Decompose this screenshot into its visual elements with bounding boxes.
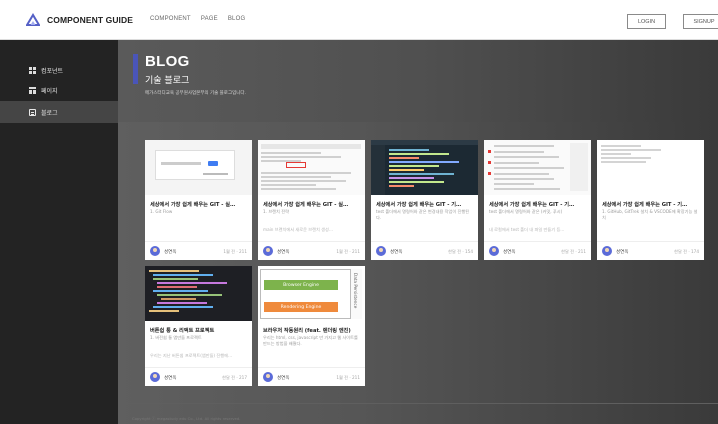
- card-summary: 1. 버전쉽 퉁 앱만들 프로젝트: [150, 335, 202, 340]
- card-meta: 한달 전 · 211: [561, 249, 586, 254]
- signup-button[interactable]: SIGNUP: [683, 14, 718, 29]
- top-navigation-bar: COMPONENT GUIDE COMPONENT PAGE BLOG LOGI…: [0, 0, 718, 40]
- data-persistence-label: Data Persistence: [353, 273, 358, 309]
- card-meta: 1월 전 · 211: [223, 249, 247, 254]
- avatar: [263, 372, 273, 382]
- avatar: [263, 246, 273, 256]
- title-accent: [133, 54, 138, 84]
- card-title: 세상에서 가장 쉽게 배우는 GIT - 기…: [602, 202, 688, 208]
- sidebar-item-blog[interactable]: 블로그: [0, 101, 118, 123]
- logo-icon: [26, 13, 40, 26]
- page-subtitle: 기술 블로그: [145, 76, 190, 86]
- card-excerpt: 우리는 지난 버튼쉽 프로젝트(앱만들) 진행에…: [150, 353, 233, 358]
- page-header: BLOG 기술 블로그 메가스터디교육 공무원사업본부의 기술 블로그입니다.: [118, 40, 718, 122]
- card-title: 세상에서 가장 쉽게 배우는 GIT - 실…: [150, 202, 236, 208]
- card-summary: 1. 브랜치 전략: [263, 209, 289, 214]
- card-meta: 1월 전 · 211: [336, 249, 360, 254]
- data-persistence-box: Data Persistence: [350, 269, 362, 319]
- card-summary: 1. GitHub, GitTrek 설치 & VSCODE에 확장기능 설치: [602, 209, 698, 220]
- card-author: 성연옥: [503, 250, 516, 255]
- card-excerpt: 내 로컬에서 test 폴더 내 파일 만들기 등…: [489, 227, 565, 232]
- avatar: [150, 372, 160, 382]
- blog-card[interactable]: 세상에서 가장 쉽게 배우는 GIT - 실… 1. Git Flow 성연옥 …: [145, 140, 252, 260]
- page-description: 메가스터디교육 공무원사업본부의 기술 블로그입니다.: [145, 91, 246, 96]
- card-thumbnail: Browser Engine Rendering Engine Data Per…: [258, 266, 365, 321]
- blog-card[interactable]: 버튼쉽 퉁 & 리액트 프로젝트 1. 버전쉽 퉁 앱만들 프로젝트 우리는 지…: [145, 266, 252, 386]
- card-title: 버튼쉽 퉁 & 리액트 프로젝트: [150, 328, 215, 334]
- avatar: [489, 246, 499, 256]
- card-summary: test 폴더에서 명령어와 같은 (커밋, 푸시): [489, 209, 563, 214]
- blog-card[interactable]: Browser Engine Rendering Engine Data Per…: [258, 266, 365, 386]
- nav-blog[interactable]: BLOG: [228, 16, 245, 22]
- blog-card[interactable]: 세상에서 가장 쉽게 배우는 GIT - 기… 1. GitHub, GitTr…: [597, 140, 704, 260]
- card-summary: 우리는 html, css, javascript 만 가지고 웹 사이트를 만…: [263, 335, 358, 346]
- card-author: 성연옥: [390, 250, 403, 255]
- card-thumbnail: [371, 140, 478, 195]
- card-footer: 성연옥 한달 전 · 211: [484, 241, 591, 260]
- sidebar-item-label: 페이지: [41, 87, 58, 95]
- nav-page[interactable]: PAGE: [201, 16, 218, 22]
- sidebar-item-pages[interactable]: 페이지: [0, 79, 118, 101]
- card-meta: 한달 전 · 217: [222, 375, 247, 380]
- card-summary: 1. Git Flow: [150, 209, 173, 214]
- document-icon: [29, 108, 36, 116]
- sidebar-item-components[interactable]: 컴포넌트: [0, 59, 118, 81]
- card-title: 세상에서 가장 쉽게 배우는 GIT - 실…: [263, 202, 349, 208]
- blog-card[interactable]: 세상에서 가장 쉽게 배우는 GIT - 기… test 폴더에서 명령어와 같…: [484, 140, 591, 260]
- avatar: [150, 246, 160, 256]
- sidebar-item-label: 블로그: [41, 109, 58, 117]
- card-title: 세상에서 가장 쉽게 배우는 GIT - 기…: [489, 202, 575, 208]
- card-author: 성연옥: [277, 376, 290, 381]
- card-meta: 한달 전 · 154: [448, 249, 473, 254]
- card-excerpt: main 브랜치에서 새로운 브랜치 생성…: [263, 227, 334, 232]
- card-footer: 성연옥 1월 전 · 211: [258, 367, 365, 386]
- main-nav: COMPONENT PAGE BLOG: [150, 16, 245, 22]
- blog-card[interactable]: 세상에서 가장 쉽게 배우는 GIT - 실… 1. 브랜치 전략 main 브…: [258, 140, 365, 260]
- card-author: 성연옥: [164, 376, 177, 381]
- logo[interactable]: COMPONENT GUIDE: [26, 13, 133, 27]
- logo-text: COMPONENT GUIDE: [47, 15, 134, 25]
- table-icon: [29, 86, 36, 94]
- card-summary: test 폴더에서 명령어와 같은 변경내용 작업이 진행된다.: [376, 209, 470, 220]
- card-thumbnail: [145, 140, 252, 195]
- sidebar-item-label: 컴포넌트: [41, 67, 64, 75]
- card-title: 브라우저 작동원리 (feat. 렌더링 엔진): [263, 328, 351, 334]
- card-author: 성연옥: [164, 250, 177, 255]
- card-footer: 성연옥 한달 전 · 154: [371, 241, 478, 260]
- login-button[interactable]: LOGIN: [627, 14, 666, 29]
- avatar: [376, 246, 386, 256]
- card-thumbnail: [484, 140, 591, 195]
- card-footer: 성연옥 1월 전 · 211: [145, 241, 252, 260]
- footer-copyright: Copyright ⓒ megastudy edu Co., Ltd. All …: [132, 416, 241, 421]
- grid-icon: [29, 66, 36, 74]
- card-footer: 성연옥 한달 전 · 217: [145, 367, 252, 386]
- card-footer: 성연옥 한달 전 · 174: [597, 241, 704, 260]
- card-thumbnail: [258, 140, 365, 195]
- blog-card[interactable]: 세상에서 가장 쉽게 배우는 GIT - 기… test 폴더에서 명령어와 같…: [371, 140, 478, 260]
- card-meta: 1월 전 · 211: [336, 375, 360, 380]
- sidebar: 컴포넌트 페이지 블로그: [0, 40, 118, 424]
- card-thumbnail: [597, 140, 704, 195]
- card-thumbnail: [145, 266, 252, 321]
- page-title: BLOG: [145, 53, 190, 70]
- browser-engine-box: Browser Engine: [264, 280, 338, 290]
- card-author: 성연옥: [277, 250, 290, 255]
- card-meta: 한달 전 · 174: [674, 249, 699, 254]
- main-content: BLOG 기술 블로그 메가스터디교육 공무원사업본부의 기술 블로그입니다. …: [118, 40, 718, 424]
- rendering-engine-box: Rendering Engine: [264, 302, 338, 312]
- card-author: 성연옥: [616, 250, 629, 255]
- nav-component[interactable]: COMPONENT: [150, 16, 191, 22]
- avatar: [602, 246, 612, 256]
- card-title: 세상에서 가장 쉽게 배우는 GIT - 기…: [376, 202, 462, 208]
- footer-divider: [118, 403, 718, 404]
- card-footer: 성연옥 1월 전 · 211: [258, 241, 365, 260]
